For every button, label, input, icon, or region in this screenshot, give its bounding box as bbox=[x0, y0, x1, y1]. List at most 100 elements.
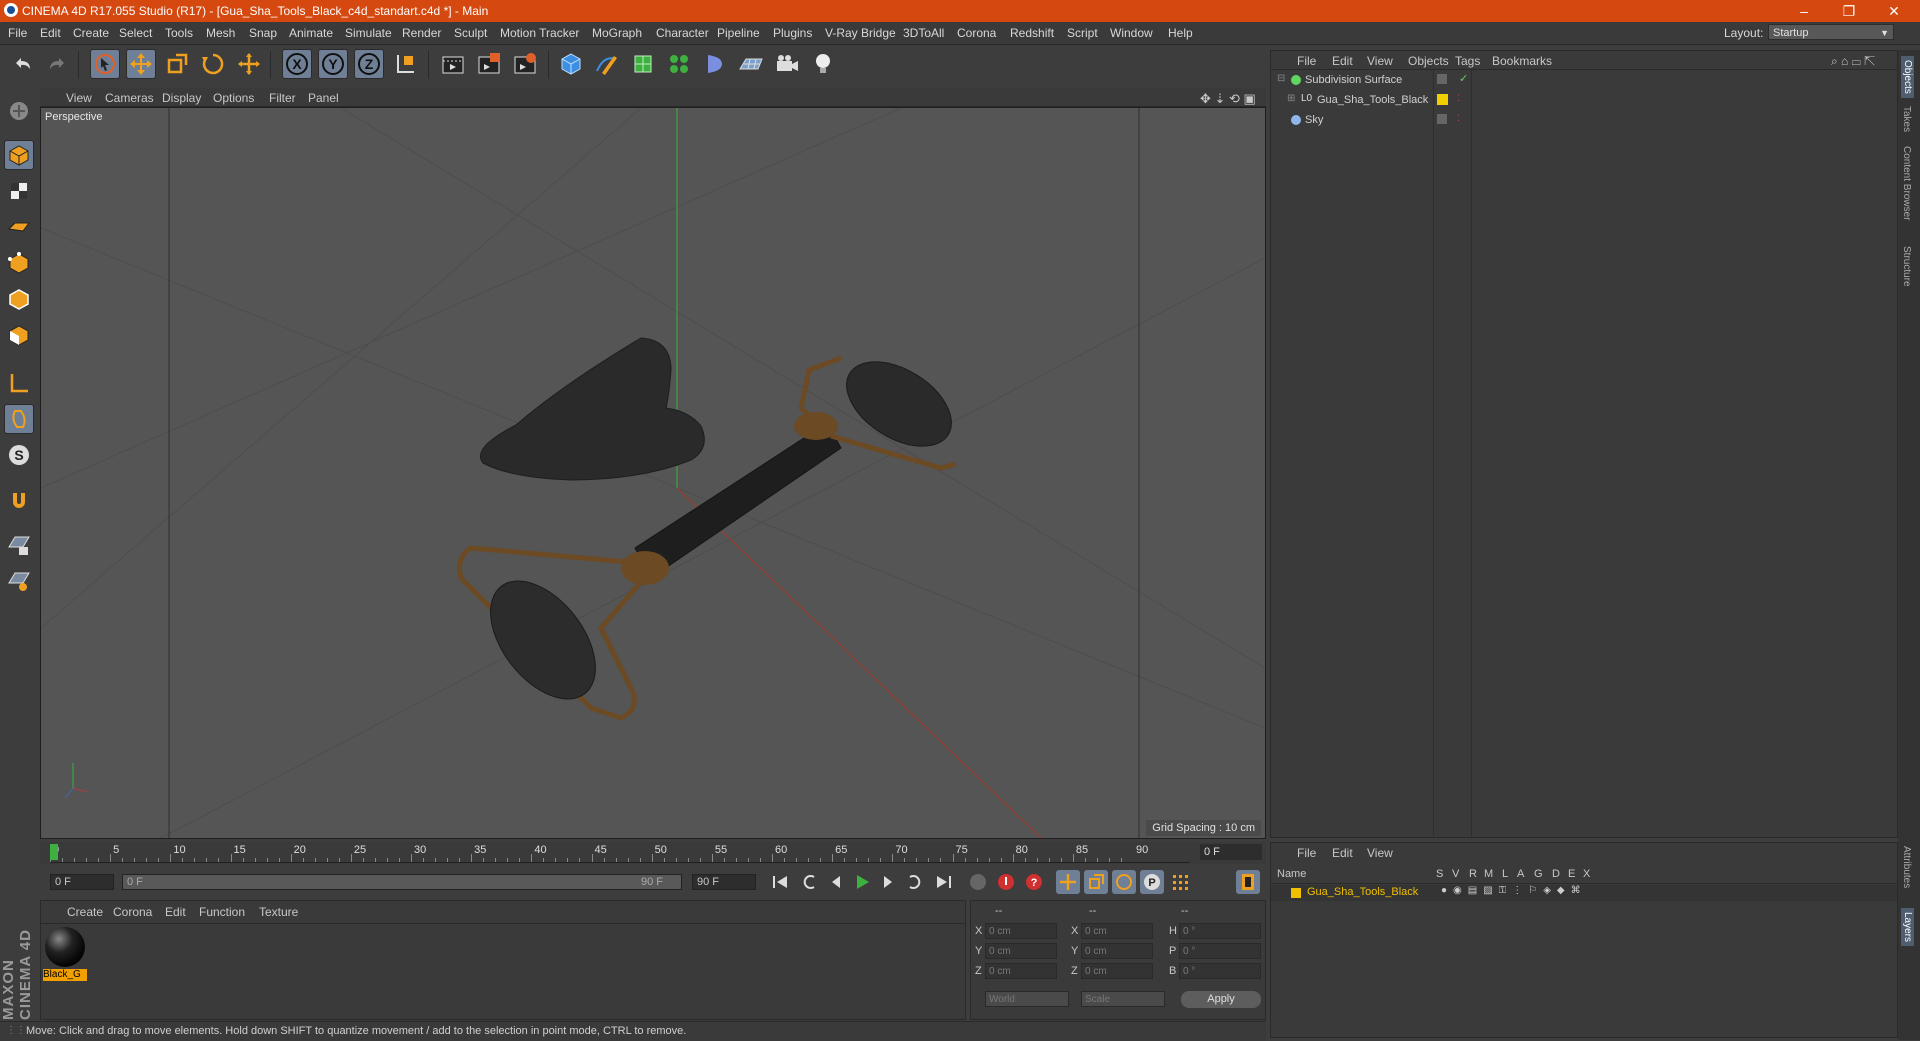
select-icon[interactable] bbox=[90, 49, 120, 79]
enabled-check-icon[interactable]: ✓ bbox=[1459, 72, 1468, 85]
rotation-b-field[interactable]: 0 ° bbox=[1179, 963, 1261, 979]
lock-workplane-icon[interactable] bbox=[4, 530, 34, 560]
layout-select[interactable]: Startup ▼ bbox=[1768, 24, 1894, 40]
live-move-icon[interactable] bbox=[234, 49, 264, 79]
lm-menu-file[interactable]: File bbox=[1297, 846, 1316, 860]
visibility-dots-icon[interactable]: ⁚ bbox=[1457, 113, 1460, 124]
om-menu-edit[interactable]: Edit bbox=[1332, 54, 1353, 68]
layer-tag-icon[interactable] bbox=[1437, 74, 1447, 84]
workplane-icon[interactable] bbox=[4, 212, 34, 242]
undo-icon[interactable] bbox=[8, 49, 38, 79]
search-icon[interactable]: ⌕ ⌂ ▭ ⇱ bbox=[1831, 54, 1875, 69]
x-axis-icon[interactable]: X bbox=[282, 49, 312, 79]
menu-snap[interactable]: Snap bbox=[249, 26, 277, 40]
apply-button[interactable]: Apply bbox=[1181, 991, 1261, 1008]
start-frame-field[interactable]: 0 F bbox=[50, 874, 114, 890]
autokey-icon[interactable]: ? bbox=[1022, 870, 1046, 894]
menu-file[interactable]: File bbox=[8, 26, 27, 40]
menu-3dtoall[interactable]: 3DToAll bbox=[903, 26, 944, 40]
menu-corona[interactable]: Corona bbox=[957, 26, 996, 40]
layer-color-swatch[interactable] bbox=[1437, 94, 1448, 105]
timeline-window-icon[interactable] bbox=[1236, 870, 1260, 894]
end-frame-field[interactable]: 90 F bbox=[692, 874, 756, 890]
viewport-menu-display[interactable]: Display bbox=[162, 91, 201, 105]
camera-icon[interactable] bbox=[772, 49, 802, 79]
object-row-subdivision-surface[interactable]: ⊟ Subdivision Surface ✓ bbox=[1275, 71, 1895, 91]
polygons-mode-icon[interactable] bbox=[4, 320, 34, 350]
tweak-mode-icon[interactable] bbox=[4, 404, 34, 434]
axis-mode-icon[interactable] bbox=[4, 368, 34, 398]
menu-animate[interactable]: Animate bbox=[289, 26, 333, 40]
render-picture-viewer-icon[interactable] bbox=[474, 49, 504, 79]
redo-icon[interactable] bbox=[42, 49, 72, 79]
tab-objects[interactable]: Objects bbox=[1901, 56, 1914, 98]
menu-create[interactable]: Create bbox=[73, 26, 109, 40]
object-row-gua-sha-tools[interactable]: ⊞ L0 Gua_Sha_Tools_Black ⁚ bbox=[1275, 91, 1895, 111]
key-scale-icon[interactable] bbox=[1084, 870, 1108, 894]
tab-structure[interactable]: Structure bbox=[1901, 246, 1912, 287]
tab-layers[interactable]: Layers bbox=[1901, 908, 1914, 947]
size-y-field[interactable]: 0 cm bbox=[1081, 943, 1153, 959]
size-x-field[interactable]: 0 cm bbox=[1081, 923, 1153, 939]
tab-content-browser[interactable]: Content Browser bbox=[1901, 146, 1912, 220]
collapse-icon[interactable]: ⊟ bbox=[1277, 73, 1285, 84]
coordinate-system-icon[interactable] bbox=[390, 49, 420, 79]
om-menu-file[interactable]: File bbox=[1297, 54, 1316, 68]
prev-key-icon[interactable] bbox=[798, 870, 822, 894]
deformer-icon[interactable] bbox=[700, 49, 730, 79]
snap-icon[interactable]: S bbox=[4, 440, 34, 470]
size-mode-select[interactable]: Scale bbox=[1081, 991, 1165, 1007]
cube-icon[interactable] bbox=[556, 49, 586, 79]
frame-range-slider[interactable]: 0 F 90 F bbox=[122, 874, 682, 890]
key-parameter-icon[interactable]: P bbox=[1140, 870, 1164, 894]
om-menu-objects[interactable]: Objects bbox=[1408, 54, 1449, 68]
menu-plugins[interactable]: Plugins bbox=[773, 26, 812, 40]
menu-simulate[interactable]: Simulate bbox=[345, 26, 392, 40]
menu-select[interactable]: Select bbox=[119, 26, 152, 40]
go-to-end-icon[interactable] bbox=[932, 870, 956, 894]
render-settings-icon[interactable] bbox=[510, 49, 540, 79]
material-swatch[interactable]: Black_G bbox=[43, 925, 87, 985]
play-icon[interactable] bbox=[850, 870, 874, 894]
om-menu-tags[interactable]: Tags bbox=[1455, 54, 1480, 68]
cloner-icon[interactable] bbox=[664, 49, 694, 79]
menu-tools[interactable]: Tools bbox=[165, 26, 193, 40]
viewport-menu-options[interactable]: Options bbox=[213, 91, 254, 105]
scale-icon[interactable] bbox=[162, 49, 192, 79]
coordinate-space-select[interactable]: World bbox=[985, 991, 1069, 1007]
mat-menu-texture[interactable]: Texture bbox=[259, 905, 298, 919]
pen-icon[interactable] bbox=[592, 49, 622, 79]
layer-color-swatch[interactable] bbox=[1291, 888, 1301, 898]
viewport-menu-cameras[interactable]: Cameras bbox=[105, 91, 154, 105]
floor-icon[interactable] bbox=[736, 49, 766, 79]
motion-record-icon[interactable] bbox=[966, 870, 990, 894]
y-axis-icon[interactable]: Y bbox=[318, 49, 348, 79]
visibility-dots-icon[interactable]: ⁚ bbox=[1457, 93, 1460, 104]
object-row-sky[interactable]: Sky ⁚ bbox=[1275, 111, 1895, 131]
position-x-field[interactable]: 0 cm bbox=[985, 923, 1057, 939]
current-frame-field[interactable]: 0 F bbox=[1200, 844, 1262, 860]
next-frame-icon[interactable] bbox=[876, 870, 900, 894]
position-y-field[interactable]: 0 cm bbox=[985, 943, 1057, 959]
lm-menu-view[interactable]: View bbox=[1367, 846, 1393, 860]
mat-menu-corona[interactable]: Corona bbox=[113, 905, 152, 919]
timeline-ruler[interactable]: 051015202530354045505560657075808590 bbox=[50, 842, 1190, 863]
model-mode-icon[interactable] bbox=[4, 140, 34, 170]
viewport-nav-icon[interactable]: ✥ ⇣ ⟲ ▣ bbox=[1200, 91, 1256, 107]
minimize-button[interactable]: – bbox=[1782, 0, 1826, 22]
restore-button[interactable]: ❐ bbox=[1827, 0, 1871, 22]
z-axis-icon[interactable]: Z bbox=[354, 49, 384, 79]
om-menu-bookmarks[interactable]: Bookmarks bbox=[1492, 54, 1552, 68]
tab-attributes[interactable]: Attributes bbox=[1901, 846, 1912, 888]
tab-takes[interactable]: Takes bbox=[1901, 106, 1912, 132]
prev-frame-icon[interactable] bbox=[824, 870, 848, 894]
menu-help[interactable]: Help bbox=[1168, 26, 1193, 40]
close-button[interactable]: ✕ bbox=[1872, 0, 1916, 22]
menu-render[interactable]: Render bbox=[402, 26, 441, 40]
rotation-h-field[interactable]: 0 ° bbox=[1179, 923, 1261, 939]
menu-sculpt[interactable]: Sculpt bbox=[454, 26, 487, 40]
viewport-menu-panel[interactable]: Panel bbox=[308, 91, 339, 105]
rotation-p-field[interactable]: 0 ° bbox=[1179, 943, 1261, 959]
perspective-viewport[interactable]: Perspective Grid Spacing : 10 cm bbox=[40, 107, 1266, 839]
menu-motion-tracker[interactable]: Motion Tracker bbox=[500, 26, 579, 40]
